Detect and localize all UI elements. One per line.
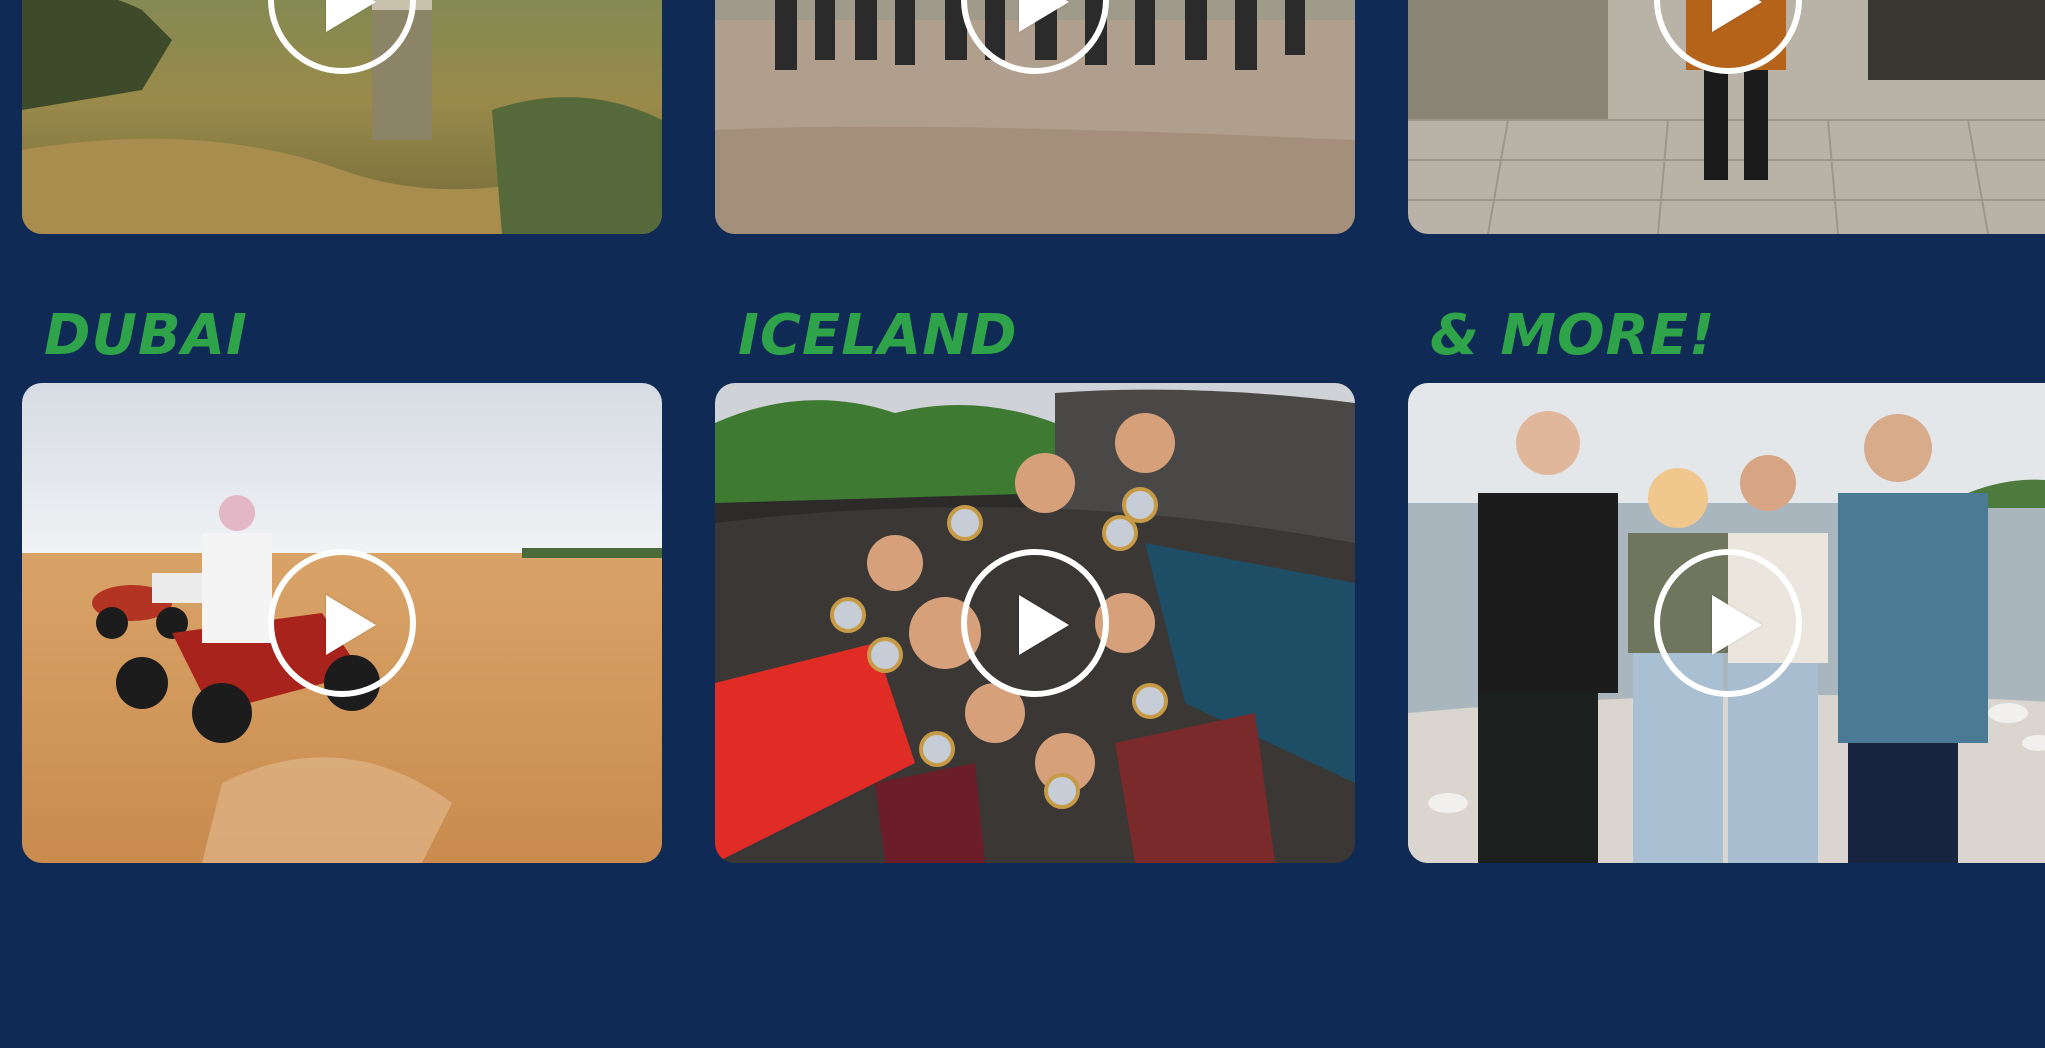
play-icon xyxy=(1712,0,1762,32)
play-icon xyxy=(326,595,376,655)
destination-title-iceland: ICELAND xyxy=(738,303,1018,368)
video-card-top-3[interactable] xyxy=(1408,0,2045,234)
play-icon xyxy=(1712,595,1762,655)
play-button[interactable] xyxy=(1654,549,1802,697)
video-card-top-1[interactable] xyxy=(22,0,662,234)
video-card-top-2[interactable] xyxy=(715,0,1355,234)
destinations-page: DUBAI ICELAND & MORE! xyxy=(0,0,2045,1048)
play-icon xyxy=(326,0,376,32)
play-button[interactable] xyxy=(268,549,416,697)
play-button[interactable] xyxy=(961,549,1109,697)
destination-title-dubai: DUBAI xyxy=(44,303,248,368)
video-card-dubai[interactable] xyxy=(22,383,662,863)
video-card-more[interactable] xyxy=(1408,383,2045,863)
video-card-iceland[interactable] xyxy=(715,383,1355,863)
play-icon xyxy=(1019,595,1069,655)
play-icon xyxy=(1019,0,1069,32)
destination-title-more: & MORE! xyxy=(1430,303,1716,368)
